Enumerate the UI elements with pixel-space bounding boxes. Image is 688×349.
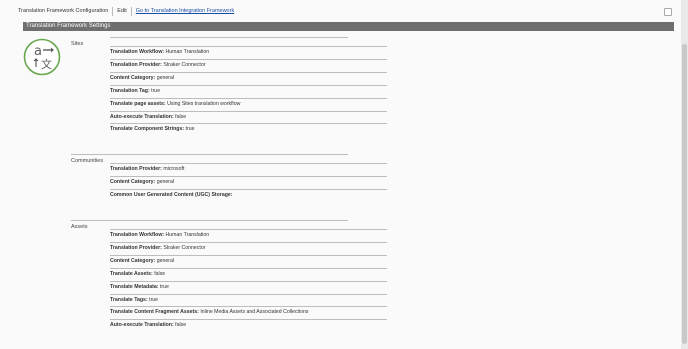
section-divider [110, 37, 348, 38]
setting-row: Translation Workflow: Human Translation [110, 229, 387, 240]
setting-value: false [175, 322, 187, 329]
logo-latin-glyph: a [34, 44, 42, 59]
setting-row: Translation Tag: true [110, 84, 387, 96]
section-label-assets: Assets [71, 224, 88, 230]
setting-row: Auto-execute Translation: false [110, 319, 387, 330]
scrollbar-thumb[interactable] [682, 44, 687, 344]
setting-value: microsoft [163, 166, 185, 172]
setting-key: Translation Tag: [110, 87, 150, 94]
setting-value: false [154, 270, 166, 277]
toolbar-title: Translation Framework Configuration [18, 8, 109, 14]
toolbar-checkbox[interactable] [664, 8, 672, 16]
setting-key: Translation Workflow: [110, 232, 165, 238]
setting-key: Content Category: [110, 257, 156, 264]
toolbar-divider [130, 6, 132, 16]
setting-value: general [156, 74, 175, 81]
section-label-sites: Sites [71, 41, 84, 47]
setting-row: Translation Provider: Straker Connector [110, 58, 387, 70]
setting-row: Translation Provider: Straker Connector [110, 241, 387, 253]
setting-key: Translate page assets: [110, 100, 166, 107]
setting-row: Content Category: general [110, 175, 387, 187]
setting-row: Translation Provider: microsoft [110, 163, 387, 174]
setting-row: Translate Component Strings: true [110, 123, 387, 134]
setting-row: Translate Assets: false [110, 267, 387, 279]
setting-value: Human Translation [165, 49, 210, 55]
setting-key: Content Category: [110, 74, 156, 81]
setting-value: true [185, 126, 195, 133]
setting-key: Auto-execute Translation: [110, 113, 174, 120]
setting-row: Translate Content Fragment Assets: Inlin… [110, 306, 387, 317]
setting-value: general [156, 178, 175, 185]
setting-row: Content Category: general [110, 71, 387, 83]
setting-key: Common User Generated Content (UGC) Stor… [110, 191, 233, 198]
setting-key: Auto-execute Translation: [110, 322, 174, 329]
setting-key: Translate Metadata: [110, 283, 159, 290]
translation-integration-link[interactable]: Go to Translation Integration Framework [136, 8, 234, 14]
setting-value: Straker Connector [163, 244, 206, 251]
edit-button[interactable]: Edit [117, 8, 126, 14]
setting-row: Auto-execute Translation: false [110, 110, 387, 122]
setting-value: true [159, 283, 169, 290]
setting-key: Translation Provider: [110, 61, 162, 68]
setting-key: Translate Tags: [110, 296, 148, 303]
setting-key: Translate Assets: [110, 270, 153, 277]
section-divider [71, 220, 348, 221]
setting-row: Translation Workflow: Human Translation [110, 46, 387, 57]
setting-key: Content Category: [110, 178, 156, 185]
translation-logo-icon: a 文 [23, 38, 61, 76]
settings-header: Translation Framework Settings [23, 22, 674, 31]
vertical-scrollbar[interactable] [681, 0, 688, 349]
setting-value: general [156, 257, 175, 264]
toolbar: Translation Framework Configuration Edit… [18, 4, 234, 18]
setting-value: Straker Connector [163, 61, 206, 68]
setting-value: false [175, 113, 187, 120]
setting-row: Translate page assets: Using Sites trans… [110, 97, 387, 109]
setting-row: Translate Tags: true [110, 293, 387, 305]
setting-value: Human Translation [165, 232, 210, 238]
setting-row: Common User Generated Content (UGC) Stor… [110, 188, 387, 200]
setting-value: Inline Media Assets and Associated Colle… [200, 309, 309, 316]
setting-key: Translate Content Fragment Assets: [110, 309, 199, 316]
setting-key: Translation Provider: [110, 166, 162, 172]
setting-row: Translate Metadata: true [110, 280, 387, 292]
section-divider [71, 154, 348, 155]
setting-row: Content Category: general [110, 254, 387, 266]
setting-key: Translation Workflow: [110, 49, 165, 55]
setting-value: true [149, 296, 159, 303]
setting-key: Translation Provider: [110, 244, 162, 251]
page: Translation Framework Configuration Edit… [0, 0, 681, 349]
toolbar-divider [112, 6, 114, 16]
section-label-communities: Communities [71, 158, 104, 164]
setting-value: true [151, 87, 161, 94]
logo-cjk-glyph: 文 [41, 57, 52, 71]
setting-value: Using Sites translation workflow [167, 100, 241, 107]
setting-key: Translate Component Strings: [110, 126, 185, 133]
